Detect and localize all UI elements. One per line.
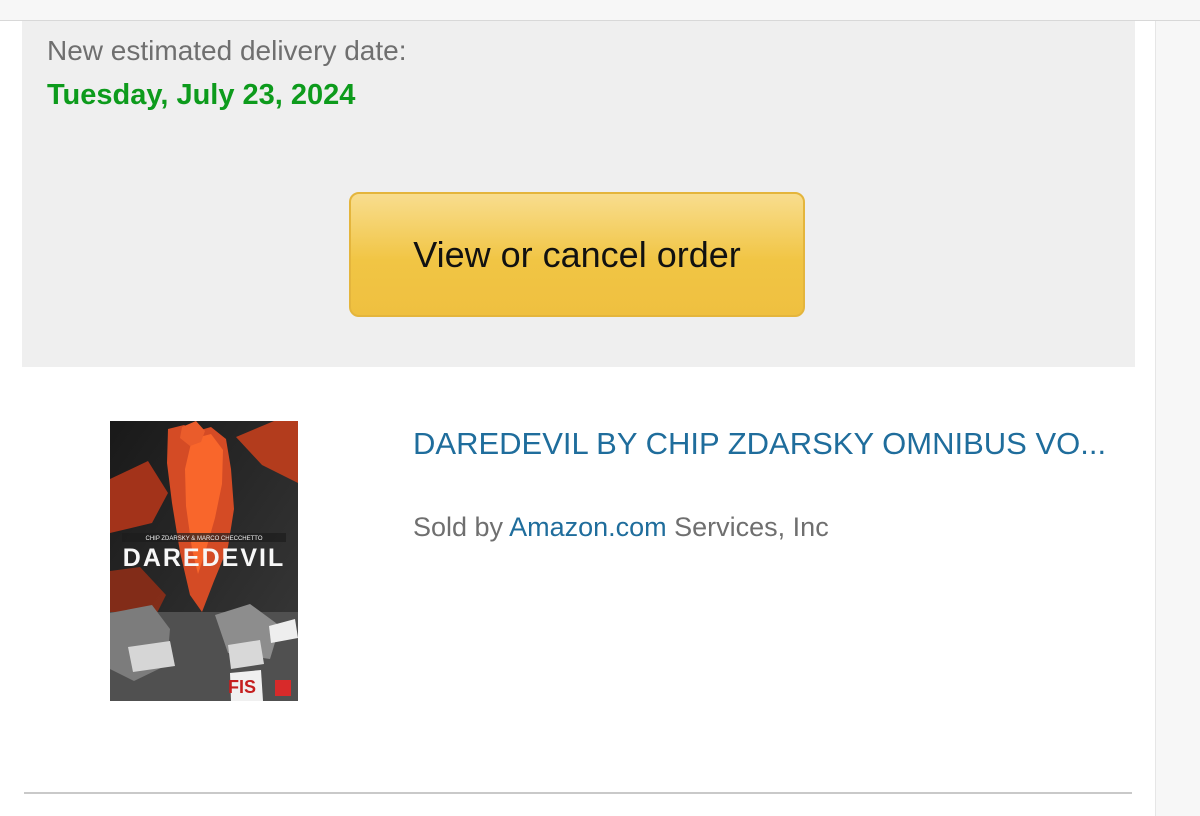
top-border (0, 0, 1200, 21)
delivery-info-panel: New estimated delivery date: Tuesday, Ju… (22, 21, 1135, 367)
delivery-date-value: Tuesday, July 23, 2024 (47, 79, 356, 111)
product-title-link[interactable]: DAREDEVIL BY CHIP ZDARSKY OMNIBUS VO... (413, 424, 1113, 464)
seller-suffix: Services, Inc (666, 512, 829, 542)
delivery-header: New estimated delivery date: Tuesday, Ju… (22, 21, 1135, 166)
cover-credits-text: CHIP ZDARSKY & MARCO CHECCHETTO (145, 536, 262, 542)
seller-link[interactable]: Amazon.com (509, 512, 667, 542)
cover-corner-text: FIS (228, 677, 256, 697)
delivery-date-label: New estimated delivery date: (47, 35, 407, 66)
order-email-page: New estimated delivery date: Tuesday, Ju… (0, 0, 1200, 816)
book-cover-icon: CHIP ZDARSKY & MARCO CHECCHETTO DAREDEVI… (110, 421, 298, 701)
section-divider (24, 792, 1132, 794)
view-or-cancel-order-label: View or cancel order (413, 233, 741, 275)
right-gutter (1155, 21, 1200, 816)
seller-info: Sold by Amazon.com Services, Inc (413, 512, 829, 543)
cover-title-text: DAREDEVIL (123, 544, 285, 572)
product-cover-image[interactable]: CHIP ZDARSKY & MARCO CHECCHETTO DAREDEVI… (110, 421, 298, 701)
view-or-cancel-order-button[interactable]: View or cancel order (349, 192, 805, 317)
seller-prefix: Sold by (413, 512, 510, 542)
